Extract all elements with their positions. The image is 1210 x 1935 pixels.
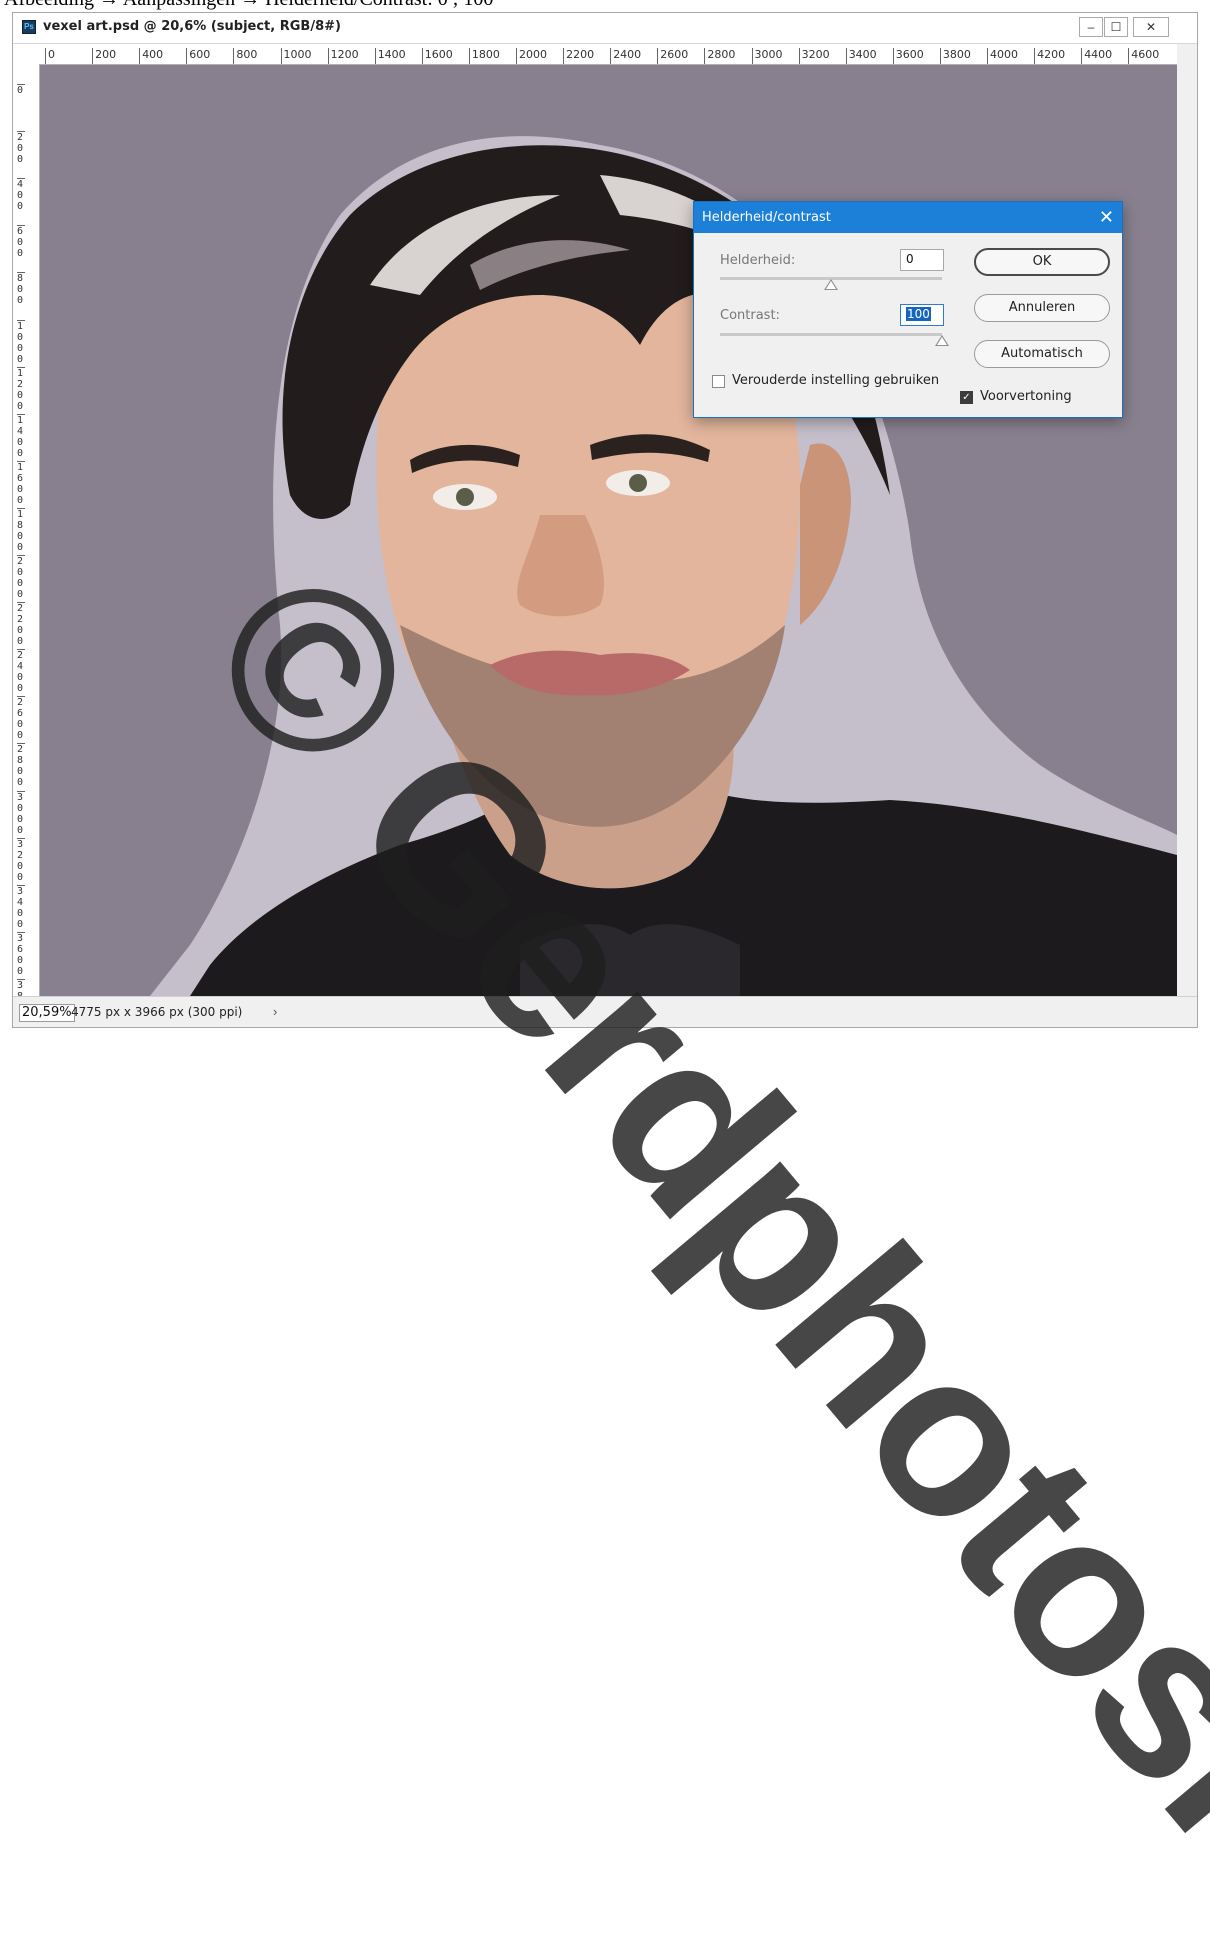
legacy-label: Verouderde instelling gebruiken xyxy=(732,373,940,388)
ruler-tick-label: 200 xyxy=(92,48,116,64)
caption-text: Afbeelding → Aanpassingen → Helderheid/C… xyxy=(4,0,493,12)
brightness-label: Helderheid: xyxy=(720,253,796,268)
ruler-tick-label: 1 2 0 0 xyxy=(17,366,25,412)
preview-checkbox[interactable]: ✓ xyxy=(960,391,973,404)
photoshop-icon: Ps xyxy=(22,20,36,34)
ruler-tick-label: 1 4 0 0 xyxy=(17,413,25,459)
ruler-tick-label: 4400 xyxy=(1081,48,1112,64)
document-info: 4775 px x 3966 px (300 ppi) xyxy=(71,1005,243,1019)
ruler-tick-label: 1600 xyxy=(421,48,453,64)
ruler-tick-label: 2600 xyxy=(657,48,688,64)
ruler-tick-label: 3200 xyxy=(798,48,830,64)
title-bar: Ps vexel art.psd @ 20,6% (subject, RGB/8… xyxy=(13,13,1197,44)
ruler-tick-label: 2 0 0 xyxy=(17,131,25,166)
ruler-tick-label: 3 8 0 0 xyxy=(17,978,25,997)
contrast-slider-thumb[interactable] xyxy=(935,335,949,346)
ruler-tick-label: 4 0 0 xyxy=(17,178,25,213)
ok-button[interactable]: OK xyxy=(974,248,1110,276)
document-title: vexel art.psd @ 20,6% (subject, RGB/8#) xyxy=(43,19,341,34)
dialog-title: Helderheid/contrast xyxy=(702,210,831,225)
ruler-tick-label: 3400 xyxy=(845,48,877,64)
ruler-tick-label: 0 xyxy=(17,84,25,96)
ruler-tick-label: 1200 xyxy=(327,48,359,64)
vertical-ruler[interactable]: 0 2 0 0 4 0 0 6 0 0 8 0 0 1 0 0 01 2 0 01 4 0… xyxy=(13,64,40,997)
status-menu-arrow-icon[interactable]: › xyxy=(273,1004,277,1019)
ruler-tick-label: 3800 xyxy=(939,48,971,64)
ruler-tick-label: 3600 xyxy=(892,48,924,64)
ruler-tick-label: 2800 xyxy=(704,48,735,64)
status-bar: 20,59% 4775 px x 3966 px (300 ppi) › xyxy=(13,996,1197,1027)
ruler-tick-label: 8 0 0 xyxy=(17,272,25,307)
ruler-tick-label: 2 6 0 0 xyxy=(17,696,25,742)
ruler-tick-label: 1400 xyxy=(374,48,406,64)
horizontal-ruler[interactable]: 0 200 400 600 800 1000 1200 1400 1600 1800 2000 220… xyxy=(39,44,1177,65)
ruler-tick-label: 3 6 0 0 xyxy=(17,931,25,977)
ruler-tick-label: 400 xyxy=(139,48,163,64)
dialog-title-bar[interactable]: Helderheid/contrast ✕ xyxy=(694,202,1122,233)
close-button[interactable]: ✕ xyxy=(1133,17,1169,37)
contrast-value: 100 xyxy=(906,307,931,321)
ruler-tick-label: 0 xyxy=(45,48,55,64)
ruler-tick-label: 2 4 0 0 xyxy=(17,649,25,695)
contrast-slider-track[interactable] xyxy=(720,333,942,336)
ruler-tick-label: 1 6 0 0 xyxy=(17,460,25,506)
auto-button[interactable]: Automatisch xyxy=(974,340,1110,368)
ruler-tick-label: 2000 xyxy=(516,48,547,64)
contrast-label: Contrast: xyxy=(720,308,780,323)
ruler-tick-label: 2200 xyxy=(563,48,594,64)
ruler-tick-label: 6 0 0 xyxy=(17,225,25,260)
maximize-button[interactable]: ☐ xyxy=(1104,17,1128,37)
ruler-tick-label: 4000 xyxy=(987,48,1018,64)
ruler-tick-label: 4200 xyxy=(1034,48,1065,64)
ruler-tick-label: 1 0 0 0 xyxy=(17,319,25,365)
legacy-checkbox[interactable] xyxy=(712,375,725,388)
ruler-tick-label: 800 xyxy=(233,48,257,64)
minimize-button[interactable]: – xyxy=(1079,17,1103,37)
contrast-input[interactable]: 100 xyxy=(900,304,944,326)
ruler-tick-label: 4600 xyxy=(1128,48,1159,64)
brightness-input[interactable]: 0 xyxy=(900,249,944,271)
zoom-field[interactable]: 20,59% xyxy=(19,1004,75,1022)
brightness-slider-thumb[interactable] xyxy=(824,279,838,290)
preview-label: Voorvertoning xyxy=(980,389,1072,404)
ruler-tick-label: 3 2 0 0 xyxy=(17,837,25,883)
ruler-tick-label: 1000 xyxy=(280,48,312,64)
cancel-button[interactable]: Annuleren xyxy=(974,294,1110,322)
ruler-tick-label: 1 8 0 0 xyxy=(17,507,25,553)
ruler-tick-label: 3 4 0 0 xyxy=(17,884,25,930)
ruler-tick-label: 3000 xyxy=(751,48,783,64)
vertical-scrollbar[interactable] xyxy=(1177,44,1197,997)
ruler-tick-label: 1800 xyxy=(468,48,500,64)
ruler-tick-label: 600 xyxy=(186,48,210,64)
ruler-corner[interactable] xyxy=(13,44,40,65)
brightness-contrast-dialog: Helderheid/contrast ✕ Helderheid: 0 Cont… xyxy=(693,201,1123,418)
dialog-close-icon[interactable]: ✕ xyxy=(1099,207,1114,228)
ruler-tick-label: 2 2 0 0 xyxy=(17,602,25,648)
ruler-tick-label: 2 0 0 0 xyxy=(17,555,25,600)
ruler-tick-label: 2 8 0 0 xyxy=(17,743,25,789)
document-window: Ps vexel art.psd @ 20,6% (subject, RGB/8… xyxy=(12,12,1198,1028)
ruler-tick-label: 3 0 0 0 xyxy=(17,790,25,836)
ruler-tick-label: 2400 xyxy=(610,48,641,64)
